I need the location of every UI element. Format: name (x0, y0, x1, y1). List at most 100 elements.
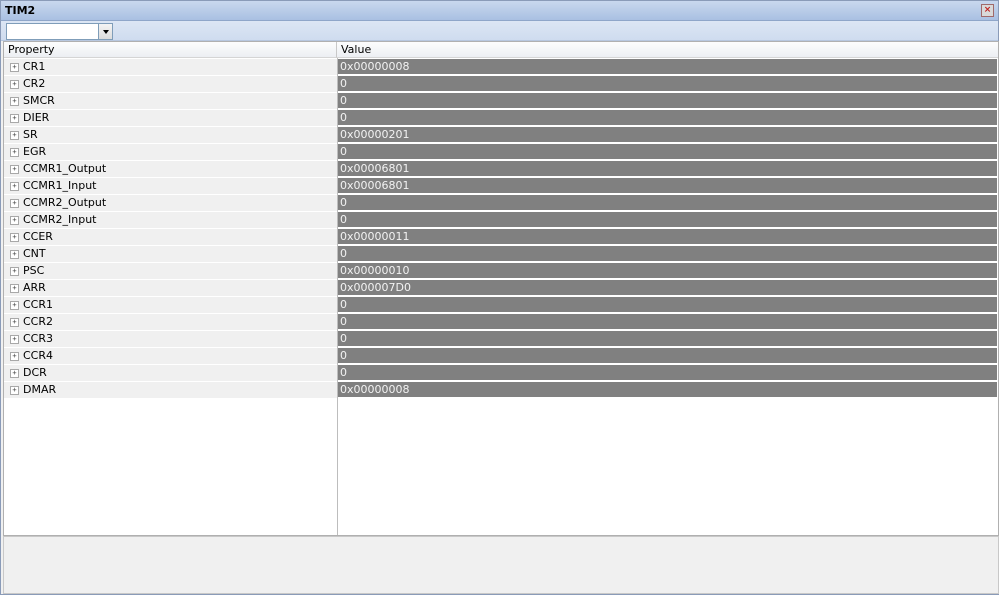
register-value-cell[interactable]: 0 (338, 365, 997, 381)
register-value-cell[interactable]: 0 (338, 195, 997, 211)
property-cell[interactable]: + CCR1 (4, 297, 337, 314)
property-cell[interactable]: + CCER (4, 229, 337, 246)
table-row[interactable]: + CNT 0 (4, 246, 998, 263)
register-name: DIER (23, 111, 50, 124)
register-name: CCR2 (23, 315, 54, 328)
register-value-cell[interactable]: 0x00000008 (338, 382, 997, 398)
property-cell[interactable]: + DMAR (4, 382, 337, 399)
register-value-cell[interactable]: 0 (338, 110, 997, 126)
table-row[interactable]: + ARR 0x000007D0 (4, 280, 998, 297)
plus-expander-icon[interactable]: + (10, 97, 19, 106)
plus-expander-icon[interactable]: + (10, 114, 19, 123)
property-cell[interactable]: + DCR (4, 365, 337, 382)
register-value-cell[interactable]: 0x000007D0 (338, 280, 997, 296)
register-value-cell[interactable]: 0x00000010 (338, 263, 997, 279)
register-value-cell[interactable]: 0x00000201 (338, 127, 997, 143)
property-cell[interactable]: + EGR (4, 144, 337, 161)
plus-expander-icon[interactable]: + (10, 63, 19, 72)
plus-expander-icon[interactable]: + (10, 131, 19, 140)
close-icon[interactable]: × (981, 4, 994, 17)
register-name: CCMR1_Input (23, 179, 97, 192)
toolbar (1, 21, 998, 41)
property-cell[interactable]: + CR1 (4, 59, 337, 76)
register-value-cell[interactable]: 0 (338, 314, 997, 330)
table-row[interactable]: + CCER 0x00000011 (4, 229, 998, 246)
property-cell[interactable]: + CCMR2_Output (4, 195, 337, 212)
property-cell[interactable]: + SMCR (4, 93, 337, 110)
plus-expander-icon[interactable]: + (10, 335, 19, 344)
plus-expander-icon[interactable]: + (10, 386, 19, 395)
table-row[interactable]: + EGR 0 (4, 144, 998, 161)
table-row[interactable]: + CR2 0 (4, 76, 998, 93)
register-value-cell[interactable]: 0 (338, 348, 997, 364)
table-row[interactable]: + CCMR1_Output 0x00006801 (4, 161, 998, 178)
property-cell[interactable]: + CR2 (4, 76, 337, 93)
register-name: CCR4 (23, 349, 54, 362)
table-row[interactable]: + CCR1 0 (4, 297, 998, 314)
property-cell[interactable]: + ARR (4, 280, 337, 297)
table-row[interactable]: + SMCR 0 (4, 93, 998, 110)
property-cell[interactable]: + SR (4, 127, 337, 144)
register-name: CCR1 (23, 298, 54, 311)
plus-expander-icon[interactable]: + (10, 199, 19, 208)
register-value-cell[interactable]: 0 (338, 297, 997, 313)
register-value-cell[interactable]: 0 (338, 76, 997, 92)
table-row[interactable]: + CCMR1_Input 0x00006801 (4, 178, 998, 195)
property-cell[interactable]: + CCR2 (4, 314, 337, 331)
register-value-cell[interactable]: 0x00000008 (338, 59, 997, 75)
table-row[interactable]: + CCR4 0 (4, 348, 998, 365)
table-row[interactable]: + PSC 0x00000010 (4, 263, 998, 280)
property-cell[interactable]: + DIER (4, 110, 337, 127)
plus-expander-icon[interactable]: + (10, 369, 19, 378)
plus-expander-icon[interactable]: + (10, 318, 19, 327)
register-name: CCMR2_Output (23, 196, 107, 209)
plus-expander-icon[interactable]: + (10, 301, 19, 310)
table-row[interactable]: + DCR 0 (4, 365, 998, 382)
register-value-cell[interactable]: 0 (338, 93, 997, 109)
register-name: SMCR (23, 94, 55, 107)
property-cell[interactable]: + PSC (4, 263, 337, 280)
plus-expander-icon[interactable]: + (10, 233, 19, 242)
register-name: CR2 (23, 77, 46, 90)
chevron-down-icon[interactable] (98, 24, 112, 39)
register-selector-dropdown[interactable] (6, 23, 113, 40)
plus-expander-icon[interactable]: + (10, 267, 19, 276)
property-cell[interactable]: + CCR4 (4, 348, 337, 365)
plus-expander-icon[interactable]: + (10, 216, 19, 225)
plus-expander-icon[interactable]: + (10, 352, 19, 361)
register-name: PSC (23, 264, 45, 277)
property-cell[interactable]: + CCMR1_Output (4, 161, 337, 178)
table-row[interactable]: + CR1 0x00000008 (4, 59, 998, 76)
plus-expander-icon[interactable]: + (10, 250, 19, 259)
value-column-header[interactable]: Value (337, 42, 998, 58)
register-value-cell[interactable]: 0x00006801 (338, 178, 997, 194)
table-row[interactable]: + DMAR 0x00000008 (4, 382, 998, 399)
property-cell[interactable]: + CCMR1_Input (4, 178, 337, 195)
plus-expander-icon[interactable]: + (10, 148, 19, 157)
register-name: ARR (23, 281, 46, 294)
register-name: CCMR1_Output (23, 162, 107, 175)
register-value-cell[interactable]: 0x00000011 (338, 229, 997, 245)
property-cell[interactable]: + CNT (4, 246, 337, 263)
register-value-cell[interactable]: 0 (338, 246, 997, 262)
register-value-cell[interactable]: 0 (338, 331, 997, 347)
plus-expander-icon[interactable]: + (10, 284, 19, 293)
property-cell[interactable]: + CCR3 (4, 331, 337, 348)
register-value-cell[interactable]: 0 (338, 212, 997, 228)
plus-expander-icon[interactable]: + (10, 165, 19, 174)
table-row[interactable]: + CCMR2_Output 0 (4, 195, 998, 212)
plus-expander-icon[interactable]: + (10, 80, 19, 89)
register-name: DCR (23, 366, 47, 379)
register-name: CNT (23, 247, 46, 260)
property-column-header[interactable]: Property (4, 42, 337, 58)
register-value-cell[interactable]: 0x00006801 (338, 161, 997, 177)
table-row[interactable]: + CCR2 0 (4, 314, 998, 331)
table-row[interactable]: + SR 0x00000201 (4, 127, 998, 144)
table-row[interactable]: + CCR3 0 (4, 331, 998, 348)
property-cell[interactable]: + CCMR2_Input (4, 212, 337, 229)
plus-expander-icon[interactable]: + (10, 182, 19, 191)
register-value-cell[interactable]: 0 (338, 144, 997, 160)
register-rows: + CR1 0x00000008 + CR2 0 + SMCR 0 + DIER 0 + SR 0x0000… (4, 59, 998, 399)
table-row[interactable]: + DIER 0 (4, 110, 998, 127)
table-row[interactable]: + CCMR2_Input 0 (4, 212, 998, 229)
